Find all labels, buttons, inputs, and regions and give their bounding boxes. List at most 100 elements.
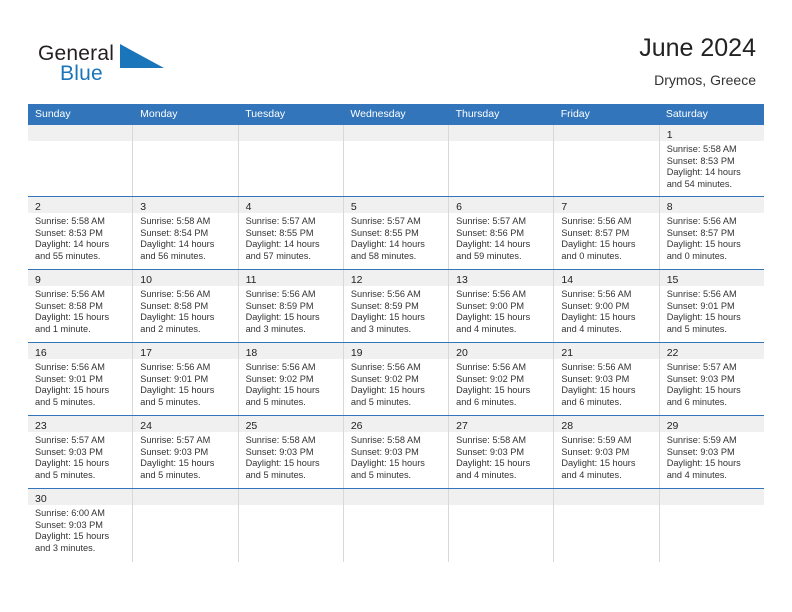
daylight-text-line2: and 6 minutes.: [561, 396, 622, 407]
day-number: 22: [666, 347, 679, 359]
sunset-text: Sunset: 9:03 PM: [561, 373, 630, 384]
day-number: 11: [245, 274, 257, 286]
daylight-text-line1: Daylight: 15 hours: [350, 312, 425, 323]
day-cell-details: Sunrise: 5:58 AM Sunset: 9:03 PM Daylight:…: [449, 432, 553, 481]
day-number-band: 1: [659, 125, 764, 141]
daylight-text-line1: Daylight: 14 hours: [456, 239, 531, 250]
daylight-text-line2: and 5 minutes.: [35, 396, 96, 407]
day-cell[interactable]: 8 Sunrise: 5:56 AM Sunset: 8:57 PM Daylight…: [659, 197, 764, 269]
day-cell[interactable]: 29 Sunrise: 5:59 AM Sunset: 9:03 PM Dayligh…: [659, 416, 764, 488]
daylight-text-line2: and 58 minutes.: [350, 250, 417, 261]
sunset-text: Sunset: 9:01 PM: [666, 300, 735, 311]
day-cell-details: Sunrise: 5:56 AM Sunset: 9:01 PM Daylight:…: [660, 286, 764, 335]
daylight-text-line1: Daylight: 15 hours: [350, 385, 425, 396]
day-number: 9: [35, 274, 41, 286]
day-number: 25: [245, 420, 258, 432]
sunset-text: Sunset: 8:57 PM: [561, 227, 630, 238]
day-cell-empty: [449, 489, 555, 562]
day-cell[interactable]: 6 Sunrise: 5:57 AM Sunset: 8:56 PM Daylight…: [449, 197, 555, 269]
day-cell-details: Sunrise: 5:56 AM Sunset: 9:02 PM Daylight:…: [449, 359, 553, 408]
day-cell[interactable]: 15 Sunrise: 5:56 AM Sunset: 9:01 PM Dayligh…: [659, 270, 764, 342]
daylight-text-line2: and 5 minutes.: [245, 469, 306, 480]
day-cell[interactable]: 11 Sunrise: 5:56 AM Sunset: 8:59 PM Dayligh…: [238, 270, 344, 342]
day-cell-details: Sunrise: 5:59 AM Sunset: 9:03 PM Daylight:…: [554, 432, 658, 481]
daylight-text-line1: Daylight: 15 hours: [456, 312, 531, 323]
day-cell[interactable]: 18 Sunrise: 5:56 AM Sunset: 9:02 PM Dayligh…: [238, 343, 344, 415]
day-number-band: 16: [28, 343, 133, 359]
day-cell[interactable]: 21 Sunrise: 5:56 AM Sunset: 9:03 PM Dayligh…: [554, 343, 660, 415]
sunset-text: Sunset: 9:02 PM: [350, 373, 419, 384]
logo-text-blue: Blue: [60, 62, 103, 85]
day-cell[interactable]: 17 Sunrise: 5:56 AM Sunset: 9:01 PM Dayligh…: [133, 343, 239, 415]
day-number: 3: [140, 201, 147, 213]
brand-logo[interactable]: General Blue: [38, 42, 168, 88]
day-number-band: 29: [659, 416, 764, 432]
day-cell-empty: [28, 125, 134, 196]
day-cell[interactable]: 1 Sunrise: 5:58 AM Sunset: 8:53 PM Daylight…: [659, 125, 764, 196]
day-number-band: [238, 125, 343, 141]
day-number-band: 18: [238, 343, 343, 359]
day-cell[interactable]: 30 Sunrise: 6:00 AM Sunset: 9:03 PM Dayligh…: [28, 489, 134, 562]
day-cell-empty: [554, 125, 660, 196]
sunrise-text: Sunrise: 5:57 AM: [245, 216, 316, 226]
day-cell[interactable]: 4 Sunrise: 5:57 AM Sunset: 8:55 PM Daylight…: [238, 197, 344, 269]
week-row: 16 Sunrise: 5:56 AM Sunset: 9:01 PM Dayligh…: [28, 343, 764, 416]
daylight-text-line2: and 5 minutes.: [350, 469, 412, 480]
weekday-header-tuesday: Tuesday: [245, 108, 286, 120]
week-row: 2 Sunrise: 5:58 AM Sunset: 8:53 PM Daylight…: [28, 197, 764, 270]
sunrise-text: Sunrise: 5:57 AM: [666, 362, 737, 372]
day-cell[interactable]: 27 Sunrise: 5:58 AM Sunset: 9:03 PM Dayligh…: [449, 416, 555, 488]
day-cell[interactable]: 10 Sunrise: 5:56 AM Sunset: 8:58 PM Dayligh…: [133, 270, 239, 342]
day-cell-details: Sunrise: 5:56 AM Sunset: 8:59 PM Daylight:…: [344, 286, 448, 335]
day-cell[interactable]: 3 Sunrise: 5:58 AM Sunset: 8:54 PM Daylight…: [133, 197, 239, 269]
day-cell[interactable]: 16 Sunrise: 5:56 AM Sunset: 9:01 PM Dayligh…: [28, 343, 134, 415]
day-cell[interactable]: 28 Sunrise: 5:59 AM Sunset: 9:03 PM Dayligh…: [554, 416, 660, 488]
day-cell[interactable]: 5 Sunrise: 5:57 AM Sunset: 8:55 PM Daylight…: [343, 197, 450, 269]
day-number-band: [449, 125, 554, 141]
day-cell[interactable]: 22 Sunrise: 5:57 AM Sunset: 9:03 PM Dayligh…: [659, 343, 764, 415]
title-block: June 2024 Drymos, Greece: [639, 33, 756, 90]
sunset-text: Sunset: 9:01 PM: [140, 373, 209, 384]
day-number-band: 24: [133, 416, 238, 432]
day-cell[interactable]: 19 Sunrise: 5:56 AM Sunset: 9:02 PM Dayligh…: [343, 343, 450, 415]
day-number: 4: [245, 201, 252, 213]
sunrise-text: Sunrise: 5:58 AM: [245, 435, 316, 445]
day-cell[interactable]: 9 Sunrise: 5:56 AM Sunset: 8:58 PM Daylight…: [28, 270, 134, 342]
sunset-text: Sunset: 8:59 PM: [350, 300, 419, 311]
day-number: 20: [456, 347, 468, 359]
day-number-band: 5: [343, 197, 449, 213]
sunset-text: Sunset: 8:55 PM: [350, 227, 419, 238]
daylight-text-line2: and 4 minutes.: [456, 469, 517, 480]
weekday-header-row: Sunday Monday Tuesday Wednesday Thursday Frid…: [28, 104, 764, 125]
day-cell-details: Sunrise: 5:58 AM Sunset: 8:53 PM Daylight:…: [28, 213, 132, 262]
daylight-text-line2: and 4 minutes.: [456, 323, 517, 334]
day-cell-details: Sunrise: 5:58 AM Sunset: 8:53 PM Daylight:…: [660, 141, 764, 190]
day-cell-details: Sunrise: 5:56 AM Sunset: 8:59 PM Daylight:…: [239, 286, 343, 335]
day-number-band: 19: [343, 343, 449, 359]
day-cell-details: Sunrise: 5:56 AM Sunset: 8:57 PM Daylight:…: [660, 213, 764, 262]
day-number-band: 20: [449, 343, 554, 359]
day-cell[interactable]: 23 Sunrise: 5:57 AM Sunset: 9:03 PM Dayligh…: [28, 416, 134, 488]
day-number-band: 21: [554, 343, 659, 359]
sunset-text: Sunset: 9:03 PM: [456, 446, 525, 457]
daylight-text-line2: and 59 minutes.: [456, 250, 522, 261]
day-cell[interactable]: 13 Sunrise: 5:56 AM Sunset: 9:00 PM Dayligh…: [449, 270, 555, 342]
day-cell[interactable]: 26 Sunrise: 5:58 AM Sunset: 9:03 PM Dayligh…: [343, 416, 450, 488]
calendar-grid: Sunday Monday Tuesday Wednesday Thursday Frid…: [28, 104, 764, 562]
day-number: 15: [666, 274, 679, 286]
day-cell[interactable]: 24 Sunrise: 5:57 AM Sunset: 9:03 PM Dayligh…: [133, 416, 239, 488]
day-cell[interactable]: 14 Sunrise: 5:56 AM Sunset: 9:00 PM Dayligh…: [554, 270, 660, 342]
day-cell[interactable]: 7 Sunrise: 5:56 AM Sunset: 8:57 PM Daylight…: [554, 197, 660, 269]
day-number-band: 9: [28, 270, 133, 286]
day-number-band: [659, 489, 764, 505]
sunrise-text: Sunrise: 5:57 AM: [350, 216, 421, 226]
weekday-header-sunday: Sunday: [35, 108, 71, 120]
daylight-text-line2: and 5 minutes.: [140, 469, 201, 480]
day-number: 27: [456, 420, 468, 432]
sunset-text: Sunset: 9:03 PM: [245, 446, 314, 457]
day-cell[interactable]: 2 Sunrise: 5:58 AM Sunset: 8:53 PM Daylight…: [28, 197, 134, 269]
weekday-header-saturday: Saturday: [665, 108, 708, 120]
day-cell[interactable]: 20 Sunrise: 5:56 AM Sunset: 9:02 PM Dayligh…: [449, 343, 555, 415]
day-cell[interactable]: 25 Sunrise: 5:58 AM Sunset: 9:03 PM Dayligh…: [238, 416, 344, 488]
day-cell[interactable]: 12 Sunrise: 5:56 AM Sunset: 8:59 PM Dayligh…: [343, 270, 450, 342]
